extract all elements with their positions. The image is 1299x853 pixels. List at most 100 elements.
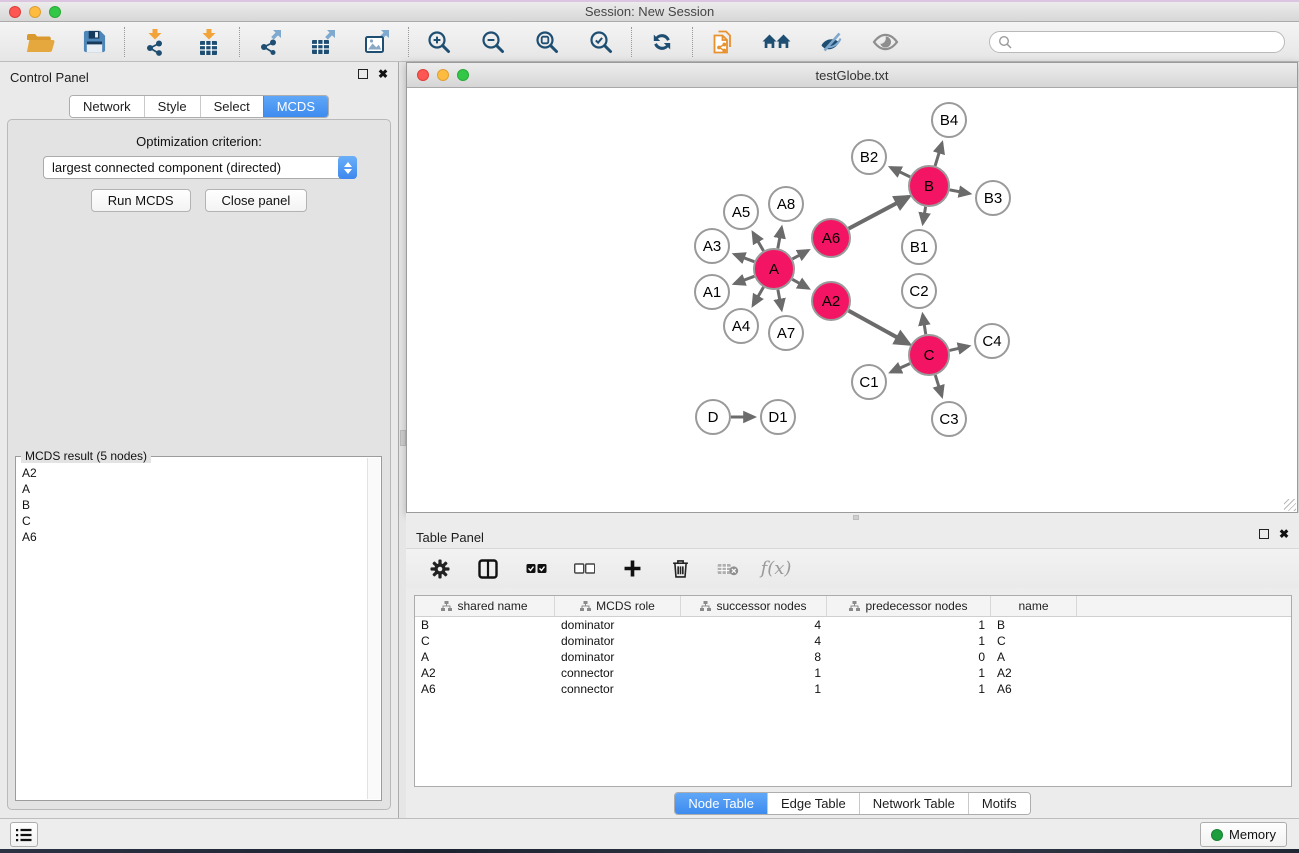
minimize-network-window-button[interactable]	[437, 69, 449, 81]
graph-node-C4[interactable]: C4	[975, 324, 1009, 358]
graph-node-B2[interactable]: B2	[852, 140, 886, 174]
close-panel-button[interactable]: Close panel	[205, 189, 308, 212]
graph-edge-A6-B[interactable]	[849, 197, 909, 229]
column-header-predecessor-nodes[interactable]: predecessor nodes	[827, 596, 991, 616]
delete-table-button[interactable]	[716, 557, 740, 581]
result-item[interactable]: A	[20, 481, 365, 497]
table-row[interactable]: Adominator80A	[415, 649, 1291, 665]
zoom-in-button[interactable]	[423, 26, 455, 58]
run-mcds-button[interactable]: Run MCDS	[91, 189, 191, 212]
save-session-button[interactable]	[78, 26, 110, 58]
export-table-button[interactable]	[308, 26, 340, 58]
graph-node-C[interactable]: C	[909, 335, 949, 375]
graph-node-A4[interactable]: A4	[724, 309, 758, 343]
graph-node-B[interactable]: B	[909, 166, 949, 206]
graph-edge-B-B4[interactable]	[935, 143, 942, 166]
zoom-window-button[interactable]	[49, 6, 61, 18]
graph-node-C2[interactable]: C2	[902, 274, 936, 308]
table-row[interactable]: Cdominator41C	[415, 633, 1291, 649]
tab-motifs[interactable]: Motifs	[968, 793, 1030, 814]
minimize-window-button[interactable]	[29, 6, 41, 18]
table-row[interactable]: A2connector11A2	[415, 665, 1291, 681]
close-panel-icon[interactable]: ✖	[378, 69, 388, 79]
graph-edge-C-C3[interactable]	[935, 375, 942, 396]
graph-node-A8[interactable]: A8	[769, 187, 803, 221]
memory-button[interactable]: Memory	[1200, 822, 1287, 847]
graph-edge-C-C2[interactable]	[923, 315, 926, 335]
graph-edge-C-C4[interactable]	[949, 346, 968, 350]
tab-node-table[interactable]: Node Table	[675, 793, 767, 814]
table-row[interactable]: Bdominator41B	[415, 617, 1291, 633]
column-header-shared-name[interactable]: shared name	[415, 596, 555, 616]
result-item[interactable]: B	[20, 497, 365, 513]
graph-edge-A-A7[interactable]	[778, 290, 782, 310]
graph-node-B1[interactable]: B1	[902, 230, 936, 264]
graph-edge-B-B2[interactable]	[891, 167, 910, 176]
show-column-button[interactable]	[476, 557, 500, 581]
tab-mcds[interactable]: MCDS	[263, 96, 328, 117]
refresh-button[interactable]	[646, 26, 678, 58]
function-builder-button[interactable]: f(x)	[764, 557, 788, 581]
create-column-button[interactable]	[620, 557, 644, 581]
graph-node-A2[interactable]: A2	[812, 282, 850, 320]
window-resize-grip[interactable]	[1284, 499, 1296, 511]
column-header-name[interactable]: name	[991, 596, 1077, 616]
graph-node-D1[interactable]: D1	[761, 400, 795, 434]
zoom-network-window-button[interactable]	[457, 69, 469, 81]
close-network-window-button[interactable]	[417, 69, 429, 81]
splitter-grip[interactable]	[853, 515, 859, 520]
graph-edge-C-C1[interactable]	[891, 364, 910, 373]
close-window-button[interactable]	[9, 6, 21, 18]
column-header-successor-nodes[interactable]: successor nodes	[681, 596, 827, 616]
import-table-button[interactable]	[193, 26, 225, 58]
vertical-splitter[interactable]	[398, 62, 406, 818]
clone-network-button[interactable]	[707, 26, 739, 58]
hidden-panels-button[interactable]	[10, 822, 38, 847]
zoom-selected-button[interactable]	[585, 26, 617, 58]
graph-edge-A-A3[interactable]	[735, 254, 755, 261]
graph-node-B4[interactable]: B4	[932, 103, 966, 137]
criterion-dropdown[interactable]: largest connected component (directed)	[43, 156, 357, 179]
result-item[interactable]: C	[20, 513, 365, 529]
float-panel-icon[interactable]	[1259, 529, 1269, 539]
tab-style[interactable]: Style	[144, 96, 200, 117]
hide-graphics-details-button[interactable]	[815, 26, 847, 58]
graph-node-A5[interactable]: A5	[724, 195, 758, 229]
zoom-out-button[interactable]	[477, 26, 509, 58]
network-canvas[interactable]: B4B2BB3A8A5A6B1A3AA1C2A2A4A7C4CC1C3DD1	[407, 88, 1297, 512]
select-all-button[interactable]	[524, 557, 548, 581]
graph-edge-B-B3[interactable]	[950, 190, 970, 194]
search-field[interactable]	[989, 31, 1285, 53]
export-network-button[interactable]	[254, 26, 286, 58]
unselect-all-button[interactable]	[572, 557, 596, 581]
tab-network[interactable]: Network	[70, 96, 144, 117]
graph-node-A3[interactable]: A3	[695, 229, 729, 263]
graph-node-B3[interactable]: B3	[976, 181, 1010, 215]
export-image-button[interactable]	[362, 26, 394, 58]
graph-edge-A-A2[interactable]	[792, 279, 808, 288]
graph-edge-A-A1[interactable]	[735, 276, 755, 283]
graph-node-A1[interactable]: A1	[695, 275, 729, 309]
table-row[interactable]: A6connector11A6	[415, 681, 1291, 697]
tab-network-table[interactable]: Network Table	[859, 793, 968, 814]
graph-node-A6[interactable]: A6	[812, 219, 850, 257]
float-panel-icon[interactable]	[358, 69, 368, 79]
open-session-button[interactable]	[24, 26, 56, 58]
graph-edge-A-A6[interactable]	[792, 250, 808, 259]
import-network-button[interactable]	[139, 26, 171, 58]
graph-edge-B-B1[interactable]	[923, 207, 926, 224]
graph-node-A[interactable]: A	[754, 249, 794, 289]
graph-edge-A-A5[interactable]	[753, 233, 763, 251]
result-item[interactable]: A2	[20, 465, 365, 481]
tab-edge-table[interactable]: Edge Table	[767, 793, 859, 814]
delete-columns-button[interactable]	[668, 557, 692, 581]
graph-node-C1[interactable]: C1	[852, 365, 886, 399]
graph-node-A7[interactable]: A7	[769, 316, 803, 350]
table-settings-button[interactable]	[428, 557, 452, 581]
horizontal-splitter[interactable]	[406, 513, 1299, 522]
result-item[interactable]: A6	[20, 529, 365, 545]
result-scrollbar[interactable]	[367, 458, 380, 799]
tab-select[interactable]: Select	[200, 96, 263, 117]
column-header-MCDS-role[interactable]: MCDS role	[555, 596, 681, 616]
network-graph[interactable]: B4B2BB3A8A5A6B1A3AA1C2A2A4A7C4CC1C3DD1	[407, 88, 1297, 512]
